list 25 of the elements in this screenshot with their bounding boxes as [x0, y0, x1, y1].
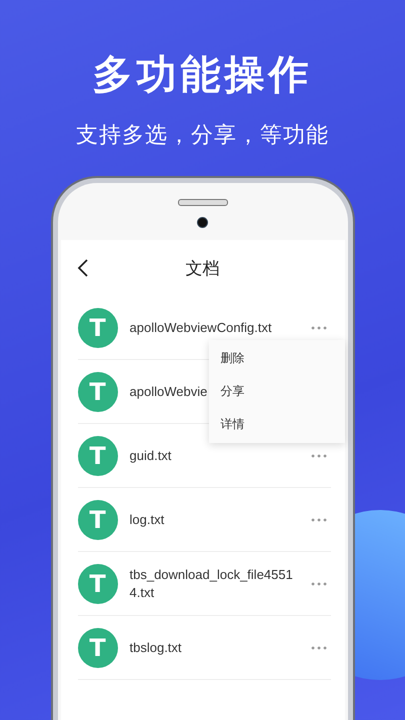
- more-icon[interactable]: [310, 326, 326, 330]
- speaker-grille: [178, 199, 228, 206]
- more-icon[interactable]: [310, 646, 326, 650]
- file-name[interactable]: apolloWebviewConfig.txt: [130, 318, 298, 336]
- file-name[interactable]: log.txt: [130, 510, 298, 528]
- screen-title: 文档: [186, 258, 220, 280]
- camera-icon: [197, 217, 208, 228]
- more-icon[interactable]: [310, 454, 326, 458]
- more-icon[interactable]: [310, 518, 326, 522]
- file-name[interactable]: guid.txt: [130, 446, 298, 464]
- menu-item[interactable]: 分享: [208, 375, 344, 408]
- more-icon[interactable]: [310, 582, 326, 586]
- file-type-icon: T: [78, 436, 118, 476]
- file-name[interactable]: tbslog.txt: [130, 638, 298, 656]
- subtitle: 支持多选，分享，等功能: [76, 122, 329, 150]
- file-type-icon: T: [78, 564, 118, 604]
- menu-item[interactable]: 删除: [208, 342, 344, 375]
- file-type-icon: T: [78, 500, 118, 540]
- headline: 多功能操作: [92, 51, 312, 100]
- file-type-icon: T: [78, 308, 118, 348]
- file-type-icon: T: [78, 372, 118, 412]
- file-type-icon: T: [78, 628, 118, 668]
- menu-item[interactable]: 详情: [208, 408, 344, 441]
- back-icon[interactable]: [76, 259, 88, 277]
- file-name[interactable]: tbs_download_lock_file45514.txt: [130, 566, 298, 602]
